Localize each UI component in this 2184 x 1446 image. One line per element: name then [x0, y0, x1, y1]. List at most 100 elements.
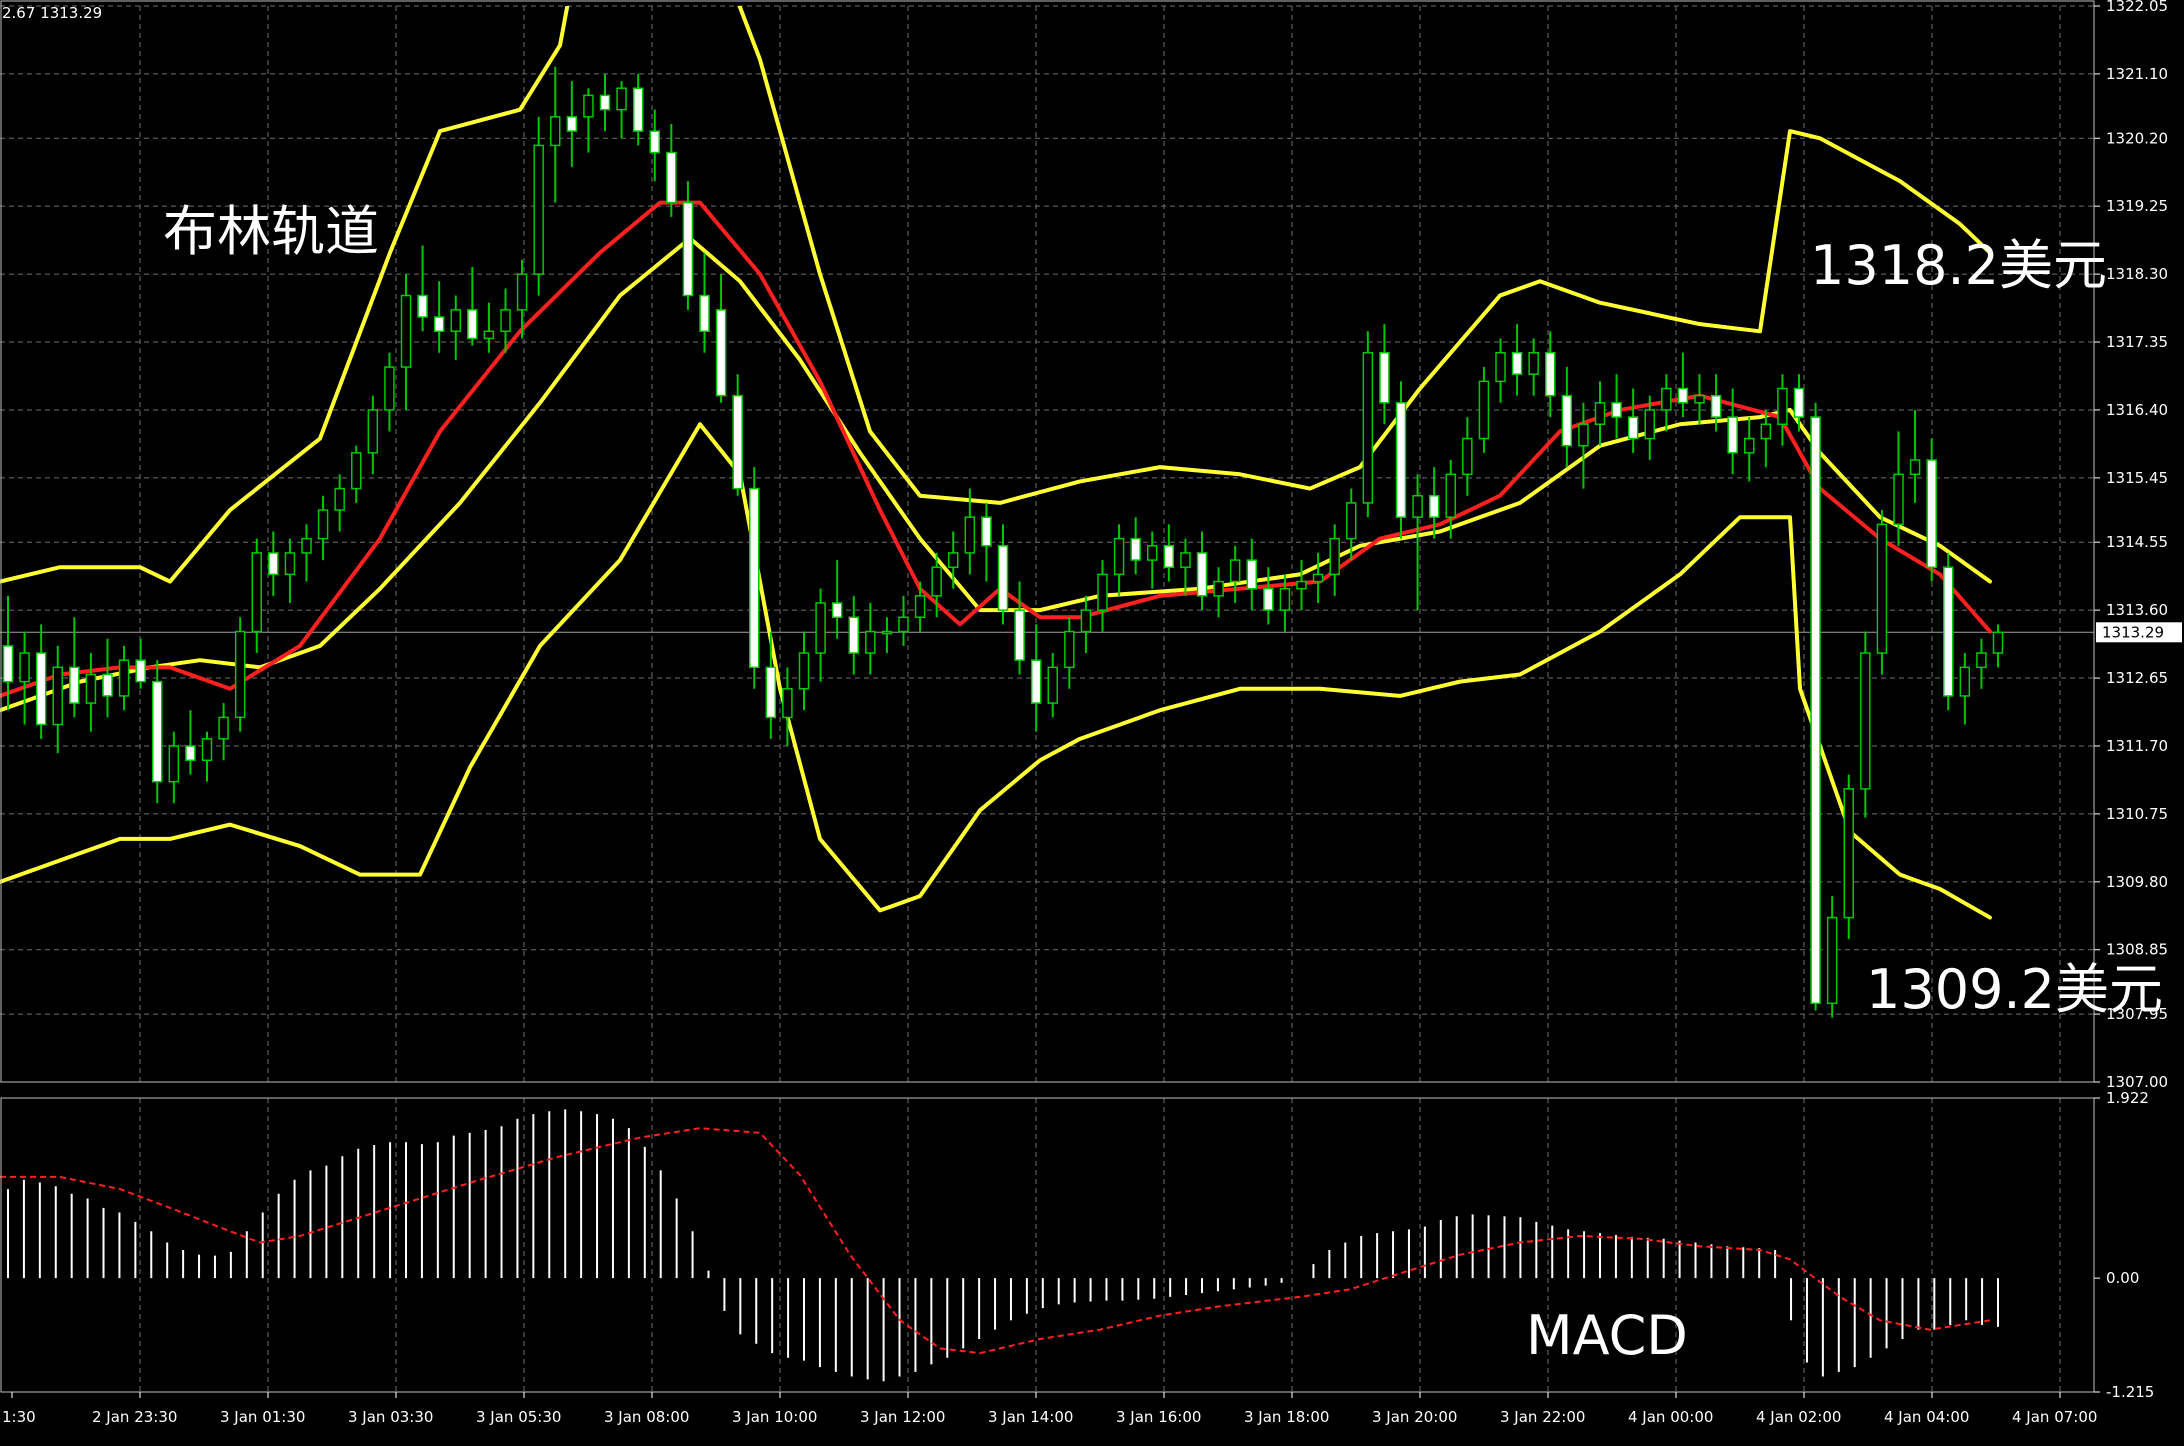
candle-body [1312, 573, 1324, 583]
candle-body [550, 116, 561, 147]
candle-body [964, 516, 976, 554]
candle-body [798, 652, 810, 690]
candle-body [1777, 387, 1788, 425]
price-tick-label: 1309.80 [2106, 873, 2168, 891]
candle-body [632, 87, 644, 132]
macd-tick-label: 0.00 [2106, 1269, 2139, 1287]
candle [1943, 552, 1954, 711]
candle-body [848, 616, 859, 654]
price-chart[interactable]: 1322.05 1321.10 1320.20 1319.25 1318.30 1317.… [0, 0, 2184, 1446]
price-tick-label: 1317.35 [2106, 333, 2168, 351]
time-tick-label: 3 Jan 10:00 [732, 1408, 817, 1426]
candle-body [732, 394, 743, 490]
candle-body [1976, 652, 1987, 669]
candle-body [1495, 352, 1506, 383]
time-tick-label: 1:30 [2, 1408, 36, 1426]
candle-body [19, 652, 30, 683]
candle-body [1130, 537, 1141, 561]
candle-body [865, 630, 876, 654]
candle-body [1478, 380, 1490, 440]
candle-body [1528, 352, 1539, 375]
macd-tick-label: -1.215 [2106, 1383, 2154, 1401]
candle-body [599, 94, 611, 111]
price-tick-label: 1314.55 [2106, 533, 2168, 551]
candle-body [483, 330, 495, 340]
candle [1395, 381, 1407, 539]
candle-body [566, 116, 578, 132]
candle-body [417, 294, 428, 318]
candle-body [1627, 416, 1639, 440]
candle-body [1876, 523, 1888, 654]
candle-body [1163, 545, 1175, 568]
candle-body [948, 552, 959, 568]
header-info: 2.67 1313.29 [2, 4, 102, 22]
candle-body [1246, 559, 1257, 590]
candle-body [85, 673, 97, 704]
macd-tick-label: 1.922 [2106, 1089, 2149, 1107]
candle-body [749, 487, 760, 669]
price-tick-label: 1313.60 [2106, 601, 2168, 619]
candle-body [898, 616, 909, 633]
candle-body [500, 309, 511, 333]
candle [1843, 774, 1854, 940]
candle-body [400, 294, 412, 368]
candle-body [301, 537, 312, 554]
candle-body [583, 94, 594, 118]
candle-body [35, 652, 47, 726]
candle-body [1213, 580, 1224, 597]
candle-body [1926, 459, 1937, 568]
price-tick-label: 1320.20 [2106, 129, 2168, 147]
candle-body [831, 602, 843, 619]
candle-body [1893, 473, 1904, 526]
candle [1810, 402, 1821, 1011]
candle-body [715, 309, 727, 397]
time-tick-label: 4 Jan 02:00 [1756, 1408, 1841, 1426]
candle-body [616, 87, 627, 111]
time-tick-label: 4 Jan 00:00 [1628, 1408, 1713, 1426]
candle-body [1793, 387, 1805, 418]
candle-body [533, 144, 544, 275]
candle-body [516, 273, 528, 311]
candle-body [1511, 352, 1523, 375]
candle-body [931, 566, 942, 597]
candle-body [185, 745, 196, 762]
candle-body [1710, 394, 1722, 418]
time-tick-label: 3 Jan 18:00 [1244, 1408, 1329, 1426]
upper-price-annotation: 1318.2美元 [1810, 234, 2107, 297]
candle-body [1810, 416, 1821, 1005]
candle-body [467, 309, 478, 340]
candle-body [433, 316, 445, 333]
time-tick-label: 3 Jan 05:30 [476, 1408, 561, 1426]
candle-body [1113, 537, 1125, 576]
candle-body [1611, 402, 1622, 418]
candle-body [1030, 659, 1042, 704]
candle [234, 617, 246, 732]
time-tick-label: 2 Jan 23:30 [92, 1408, 177, 1426]
candle-body [367, 409, 379, 454]
price-tick-label: 1308.85 [2106, 941, 2168, 959]
price-tick-label: 1322.05 [2106, 0, 2168, 15]
candle-body [102, 673, 113, 697]
candle-body [914, 595, 926, 619]
candle-body [1362, 352, 1374, 504]
candle-body [765, 666, 777, 719]
candle-body [201, 738, 213, 762]
candle-body [351, 452, 362, 490]
candle-body [682, 201, 694, 297]
candle-body [1014, 609, 1025, 661]
candle [1876, 510, 1888, 675]
candle-body [1644, 409, 1655, 440]
candle-body [1279, 587, 1291, 611]
candle-body [1561, 394, 1573, 447]
candle-body [251, 552, 262, 633]
time-tick-label: 3 Jan 22:00 [1500, 1408, 1585, 1426]
candle-body [1428, 494, 1440, 518]
candle-body [268, 552, 279, 576]
time-tick-label: 4 Jan 04:00 [1884, 1408, 1969, 1426]
candle-body [1943, 566, 1954, 697]
time-tick-label: 4 Jan 07:00 [2012, 1408, 2097, 1426]
candle [152, 660, 163, 804]
candle-body [284, 552, 296, 576]
candle-body [135, 659, 146, 683]
candle-body [1097, 573, 1108, 611]
